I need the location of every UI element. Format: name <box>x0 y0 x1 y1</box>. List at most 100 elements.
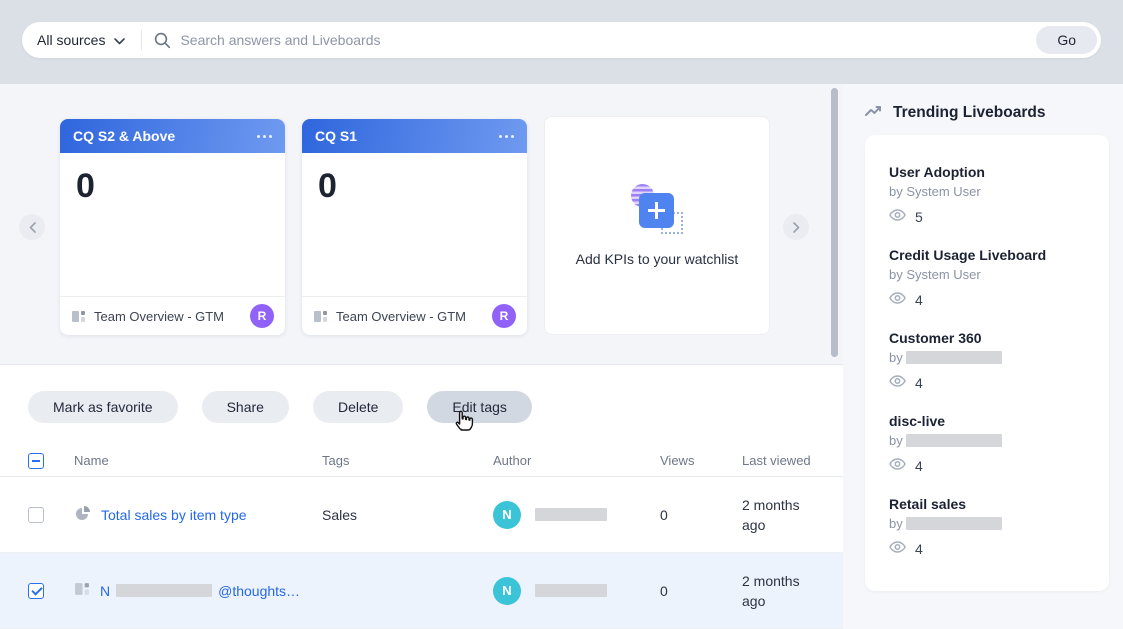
redacted-author-name <box>535 508 607 521</box>
liveboard-icon <box>74 581 90 600</box>
trending-up-icon <box>865 104 883 122</box>
eye-icon <box>889 540 906 558</box>
liveboard-author: by <box>889 516 1085 531</box>
add-kpi-label: Add KPIs to your watchlist <box>576 251 739 267</box>
view-count: 4 <box>915 292 923 308</box>
content-area: CQ S2 & Above 0 Team Overview - GTM R <box>0 84 1123 629</box>
liveboard-author: by System User <box>889 184 1085 199</box>
trending-liveboards-heading: Trending Liveboards <box>865 104 1123 122</box>
scrollbar-track[interactable] <box>830 84 839 629</box>
kpi-card-footer: Team Overview - GTM R <box>302 296 527 335</box>
views-count: 0 <box>660 507 742 523</box>
redacted-author-name <box>906 351 1002 364</box>
liveboard-author: by System User <box>889 267 1085 282</box>
kpi-card-header: CQ S1 <box>302 119 527 153</box>
table-row[interactable]: Total sales by item type Sales N 0 2 mon… <box>0 477 843 553</box>
avatar: R <box>492 304 516 328</box>
carousel-right-button[interactable] <box>783 214 809 240</box>
kpi-source-liveboard[interactable]: Team Overview - GTM <box>94 309 224 324</box>
search-icon <box>154 32 171 49</box>
answers-table: Name Tags Author Views Last viewed Total… <box>0 445 843 629</box>
chevron-left-icon <box>29 222 36 233</box>
delete-button[interactable]: Delete <box>313 391 403 423</box>
author-avatar: N <box>493 577 521 605</box>
avatar: R <box>250 304 274 328</box>
kpi-value: 0 <box>318 167 527 206</box>
redacted-name <box>116 584 212 597</box>
liveboard-author: by <box>889 350 1085 365</box>
trending-sidebar: Trending Liveboards User Adoption by Sys… <box>843 84 1123 629</box>
view-count: 4 <box>915 541 923 557</box>
column-header-author[interactable]: Author <box>493 453 660 468</box>
answer-link[interactable]: Total sales by item type <box>101 507 247 523</box>
trending-liveboard-item[interactable]: User Adoption by System User 5 <box>889 164 1085 226</box>
column-header-views[interactable]: Views <box>660 453 742 468</box>
kpi-card-header: CQ S2 & Above <box>60 119 285 153</box>
table-header-row: Name Tags Author Views Last viewed <box>0 445 843 477</box>
kpi-value: 0 <box>76 167 285 206</box>
carousel-left-button[interactable] <box>19 214 45 240</box>
trending-liveboards-card: User Adoption by System User 5 Credit Us… <box>865 135 1109 591</box>
scrollbar-thumb[interactable] <box>831 88 838 357</box>
answer-link[interactable]: N @thoughts… <box>100 583 300 599</box>
trending-liveboard-item[interactable]: Customer 360 by 4 <box>889 330 1085 392</box>
kpi-card-footer: Team Overview - GTM R <box>60 296 285 335</box>
column-header-last-viewed[interactable]: Last viewed <box>742 453 843 468</box>
main-column: CQ S2 & Above 0 Team Overview - GTM R <box>0 84 843 629</box>
last-viewed: 2 months ago <box>742 571 816 611</box>
view-count: 4 <box>915 458 923 474</box>
column-header-name[interactable]: Name <box>74 453 322 468</box>
liveboard-title[interactable]: Retail sales <box>889 496 1085 512</box>
kpi-card-title: CQ S1 <box>315 128 357 144</box>
eye-icon <box>889 291 906 309</box>
tag-label: Sales <box>322 507 493 523</box>
eye-icon <box>889 457 906 475</box>
card-menu-icon[interactable] <box>257 135 272 138</box>
liveboard-title[interactable]: User Adoption <box>889 164 1085 180</box>
column-header-tags[interactable]: Tags <box>322 453 493 468</box>
row-checkbox[interactable] <box>28 507 44 523</box>
kpi-source-liveboard[interactable]: Team Overview - GTM <box>336 309 466 324</box>
liveboard-author: by <box>889 433 1085 448</box>
liveboard-icon <box>313 309 328 324</box>
eye-icon <box>889 208 906 226</box>
add-kpi-card[interactable]: Add KPIs to your watchlist <box>544 116 770 335</box>
kpi-cards-row: CQ S2 & Above 0 Team Overview - GTM R <box>60 119 770 335</box>
card-menu-icon[interactable] <box>499 135 514 138</box>
eye-icon <box>889 374 906 392</box>
select-all-checkbox[interactable] <box>28 453 44 469</box>
kpi-card[interactable]: CQ S2 & Above 0 Team Overview - GTM R <box>60 119 285 335</box>
bulk-actions-bar: Mark as favorite Share Delete Edit tags <box>0 365 843 423</box>
author-avatar: N <box>493 501 521 529</box>
mark-as-favorite-button[interactable]: Mark as favorite <box>28 391 178 423</box>
table-row[interactable]: N @thoughts… N 0 2 months ago <box>0 553 843 629</box>
trending-liveboard-item[interactable]: Credit Usage Liveboard by System User 4 <box>889 247 1085 309</box>
top-bar: All sources Go <box>0 0 1123 84</box>
go-button[interactable]: Go <box>1036 26 1097 54</box>
search-input[interactable] <box>180 32 1036 48</box>
edit-tags-button[interactable]: Edit tags <box>427 391 531 423</box>
share-button[interactable]: Share <box>202 391 289 423</box>
trending-liveboard-item[interactable]: Retail sales by 4 <box>889 496 1085 558</box>
chevron-down-icon <box>114 32 125 48</box>
source-selector-dropdown[interactable]: All sources <box>22 22 141 58</box>
row-checkbox[interactable] <box>28 583 44 599</box>
redacted-author-name <box>906 434 1002 447</box>
kpi-card[interactable]: CQ S1 0 Team Overview - GTM R <box>302 119 527 335</box>
kpi-watchlist-panel: CQ S2 & Above 0 Team Overview - GTM R <box>0 84 843 365</box>
pie-chart-icon <box>74 505 91 525</box>
trending-liveboard-item[interactable]: disc-live by 4 <box>889 413 1085 475</box>
liveboard-title[interactable]: Customer 360 <box>889 330 1085 346</box>
redacted-author-name <box>535 584 607 597</box>
last-viewed: 2 months ago <box>742 495 816 535</box>
views-count: 0 <box>660 583 742 599</box>
source-selector-label: All sources <box>37 32 105 48</box>
search-bar: All sources Go <box>22 22 1101 58</box>
liveboard-title[interactable]: disc-live <box>889 413 1085 429</box>
view-count: 4 <box>915 375 923 391</box>
view-count: 5 <box>915 209 923 225</box>
liveboard-icon <box>71 309 86 324</box>
chevron-right-icon <box>793 222 800 233</box>
kpi-card-title: CQ S2 & Above <box>73 128 175 144</box>
liveboard-title[interactable]: Credit Usage Liveboard <box>889 247 1085 263</box>
